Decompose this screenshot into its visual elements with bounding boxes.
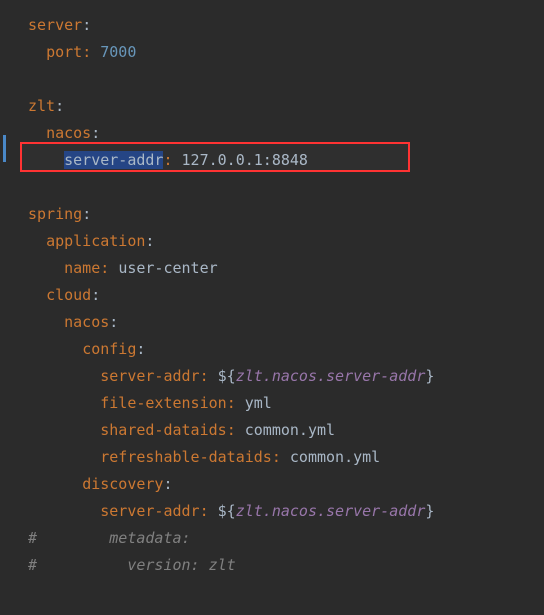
code-line[interactable]: name: user-center <box>28 255 544 282</box>
code-line[interactable]: refreshable-dataids: common.yml <box>28 444 544 471</box>
yaml-key-selected: server-addr <box>64 151 163 169</box>
yaml-var: zlt.nacos.server-addr <box>236 367 426 385</box>
highlighted-line[interactable]: server-addr: 127.0.0.1:8848 <box>28 147 544 174</box>
comment-line[interactable]: # metadata: <box>28 525 544 552</box>
yaml-key: discovery <box>82 475 163 493</box>
yaml-colon: : <box>227 394 245 412</box>
yaml-prefix: ${ <box>218 502 236 520</box>
yaml-colon: : <box>109 313 118 331</box>
yaml-key: server <box>28 16 82 34</box>
yaml-indent <box>28 232 46 250</box>
yaml-indent <box>28 367 100 385</box>
yaml-key: cloud <box>46 286 91 304</box>
cursor-indicator <box>3 135 6 162</box>
yaml-value: 127.0.0.1:8848 <box>182 151 308 169</box>
code-line[interactable]: server: <box>28 12 544 39</box>
code-line[interactable]: file-extension: yml <box>28 390 544 417</box>
yaml-colon: : <box>136 340 145 358</box>
yaml-indent <box>28 421 100 439</box>
yaml-indent <box>28 448 100 466</box>
yaml-colon: : <box>91 286 100 304</box>
yaml-value: common.yml <box>245 421 335 439</box>
yaml-suffix: } <box>425 367 434 385</box>
code-line[interactable]: port: 7000 <box>28 39 544 66</box>
yaml-colon: : <box>163 475 172 493</box>
yaml-colon: : <box>82 43 100 61</box>
yaml-indent <box>28 124 46 142</box>
code-line[interactable]: application: <box>28 228 544 255</box>
yaml-var: zlt.nacos.server-addr <box>236 502 426 520</box>
yaml-colon: : <box>100 259 118 277</box>
yaml-value: common.yml <box>290 448 380 466</box>
code-line[interactable]: server-addr: ${zlt.nacos.server-addr} <box>28 363 544 390</box>
yaml-indent <box>28 151 64 169</box>
yaml-prefix: ${ <box>218 367 236 385</box>
yaml-comment-marker: # <box>28 529 109 547</box>
yaml-colon: : <box>163 151 181 169</box>
yaml-key: server-addr <box>100 502 199 520</box>
yaml-colon: : <box>200 502 218 520</box>
yaml-value: 7000 <box>100 43 136 61</box>
code-lines[interactable]: server: port: 7000 zlt: nacos: server-ad… <box>0 12 544 579</box>
empty-line[interactable] <box>28 174 544 201</box>
yaml-key: nacos <box>64 313 109 331</box>
yaml-key: application <box>46 232 145 250</box>
code-line[interactable]: server-addr: ${zlt.nacos.server-addr} <box>28 498 544 525</box>
comment-line[interactable]: # version: zlt <box>28 552 544 579</box>
yaml-key: spring <box>28 205 82 223</box>
yaml-value: yml <box>245 394 272 412</box>
yaml-key: name <box>64 259 100 277</box>
code-line[interactable]: discovery: <box>28 471 544 498</box>
yaml-colon: : <box>227 421 245 439</box>
yaml-indent <box>28 502 100 520</box>
empty-line[interactable] <box>28 66 544 93</box>
code-line[interactable]: config: <box>28 336 544 363</box>
yaml-key: zlt <box>28 97 55 115</box>
code-line[interactable]: shared-dataids: common.yml <box>28 417 544 444</box>
yaml-suffix: } <box>425 502 434 520</box>
yaml-key: file-extension <box>100 394 226 412</box>
yaml-indent <box>28 43 46 61</box>
yaml-colon: : <box>82 205 91 223</box>
editor-area[interactable]: server: port: 7000 zlt: nacos: server-ad… <box>0 0 544 579</box>
yaml-colon: : <box>272 448 290 466</box>
yaml-comment-text: version: zlt <box>127 556 235 574</box>
yaml-colon: : <box>91 124 100 142</box>
yaml-colon: : <box>200 367 218 385</box>
yaml-indent <box>28 313 64 331</box>
yaml-key: port <box>46 43 82 61</box>
yaml-key: config <box>82 340 136 358</box>
yaml-indent <box>28 286 46 304</box>
yaml-key: refreshable-dataids <box>100 448 272 466</box>
yaml-colon: : <box>82 16 91 34</box>
yaml-key: shared-dataids <box>100 421 226 439</box>
code-line[interactable]: nacos: <box>28 120 544 147</box>
code-line[interactable]: spring: <box>28 201 544 228</box>
yaml-indent <box>28 340 82 358</box>
code-line[interactable]: nacos: <box>28 309 544 336</box>
yaml-colon: : <box>145 232 154 250</box>
yaml-indent <box>28 259 64 277</box>
code-line[interactable]: cloud: <box>28 282 544 309</box>
yaml-key: server-addr <box>100 367 199 385</box>
code-line[interactable]: zlt: <box>28 93 544 120</box>
yaml-key: nacos <box>46 124 91 142</box>
yaml-colon: : <box>55 97 64 115</box>
yaml-comment-text: metadata: <box>109 529 190 547</box>
yaml-comment-marker: # <box>28 556 127 574</box>
yaml-indent <box>28 475 82 493</box>
yaml-indent <box>28 394 100 412</box>
yaml-value: user-center <box>118 259 217 277</box>
